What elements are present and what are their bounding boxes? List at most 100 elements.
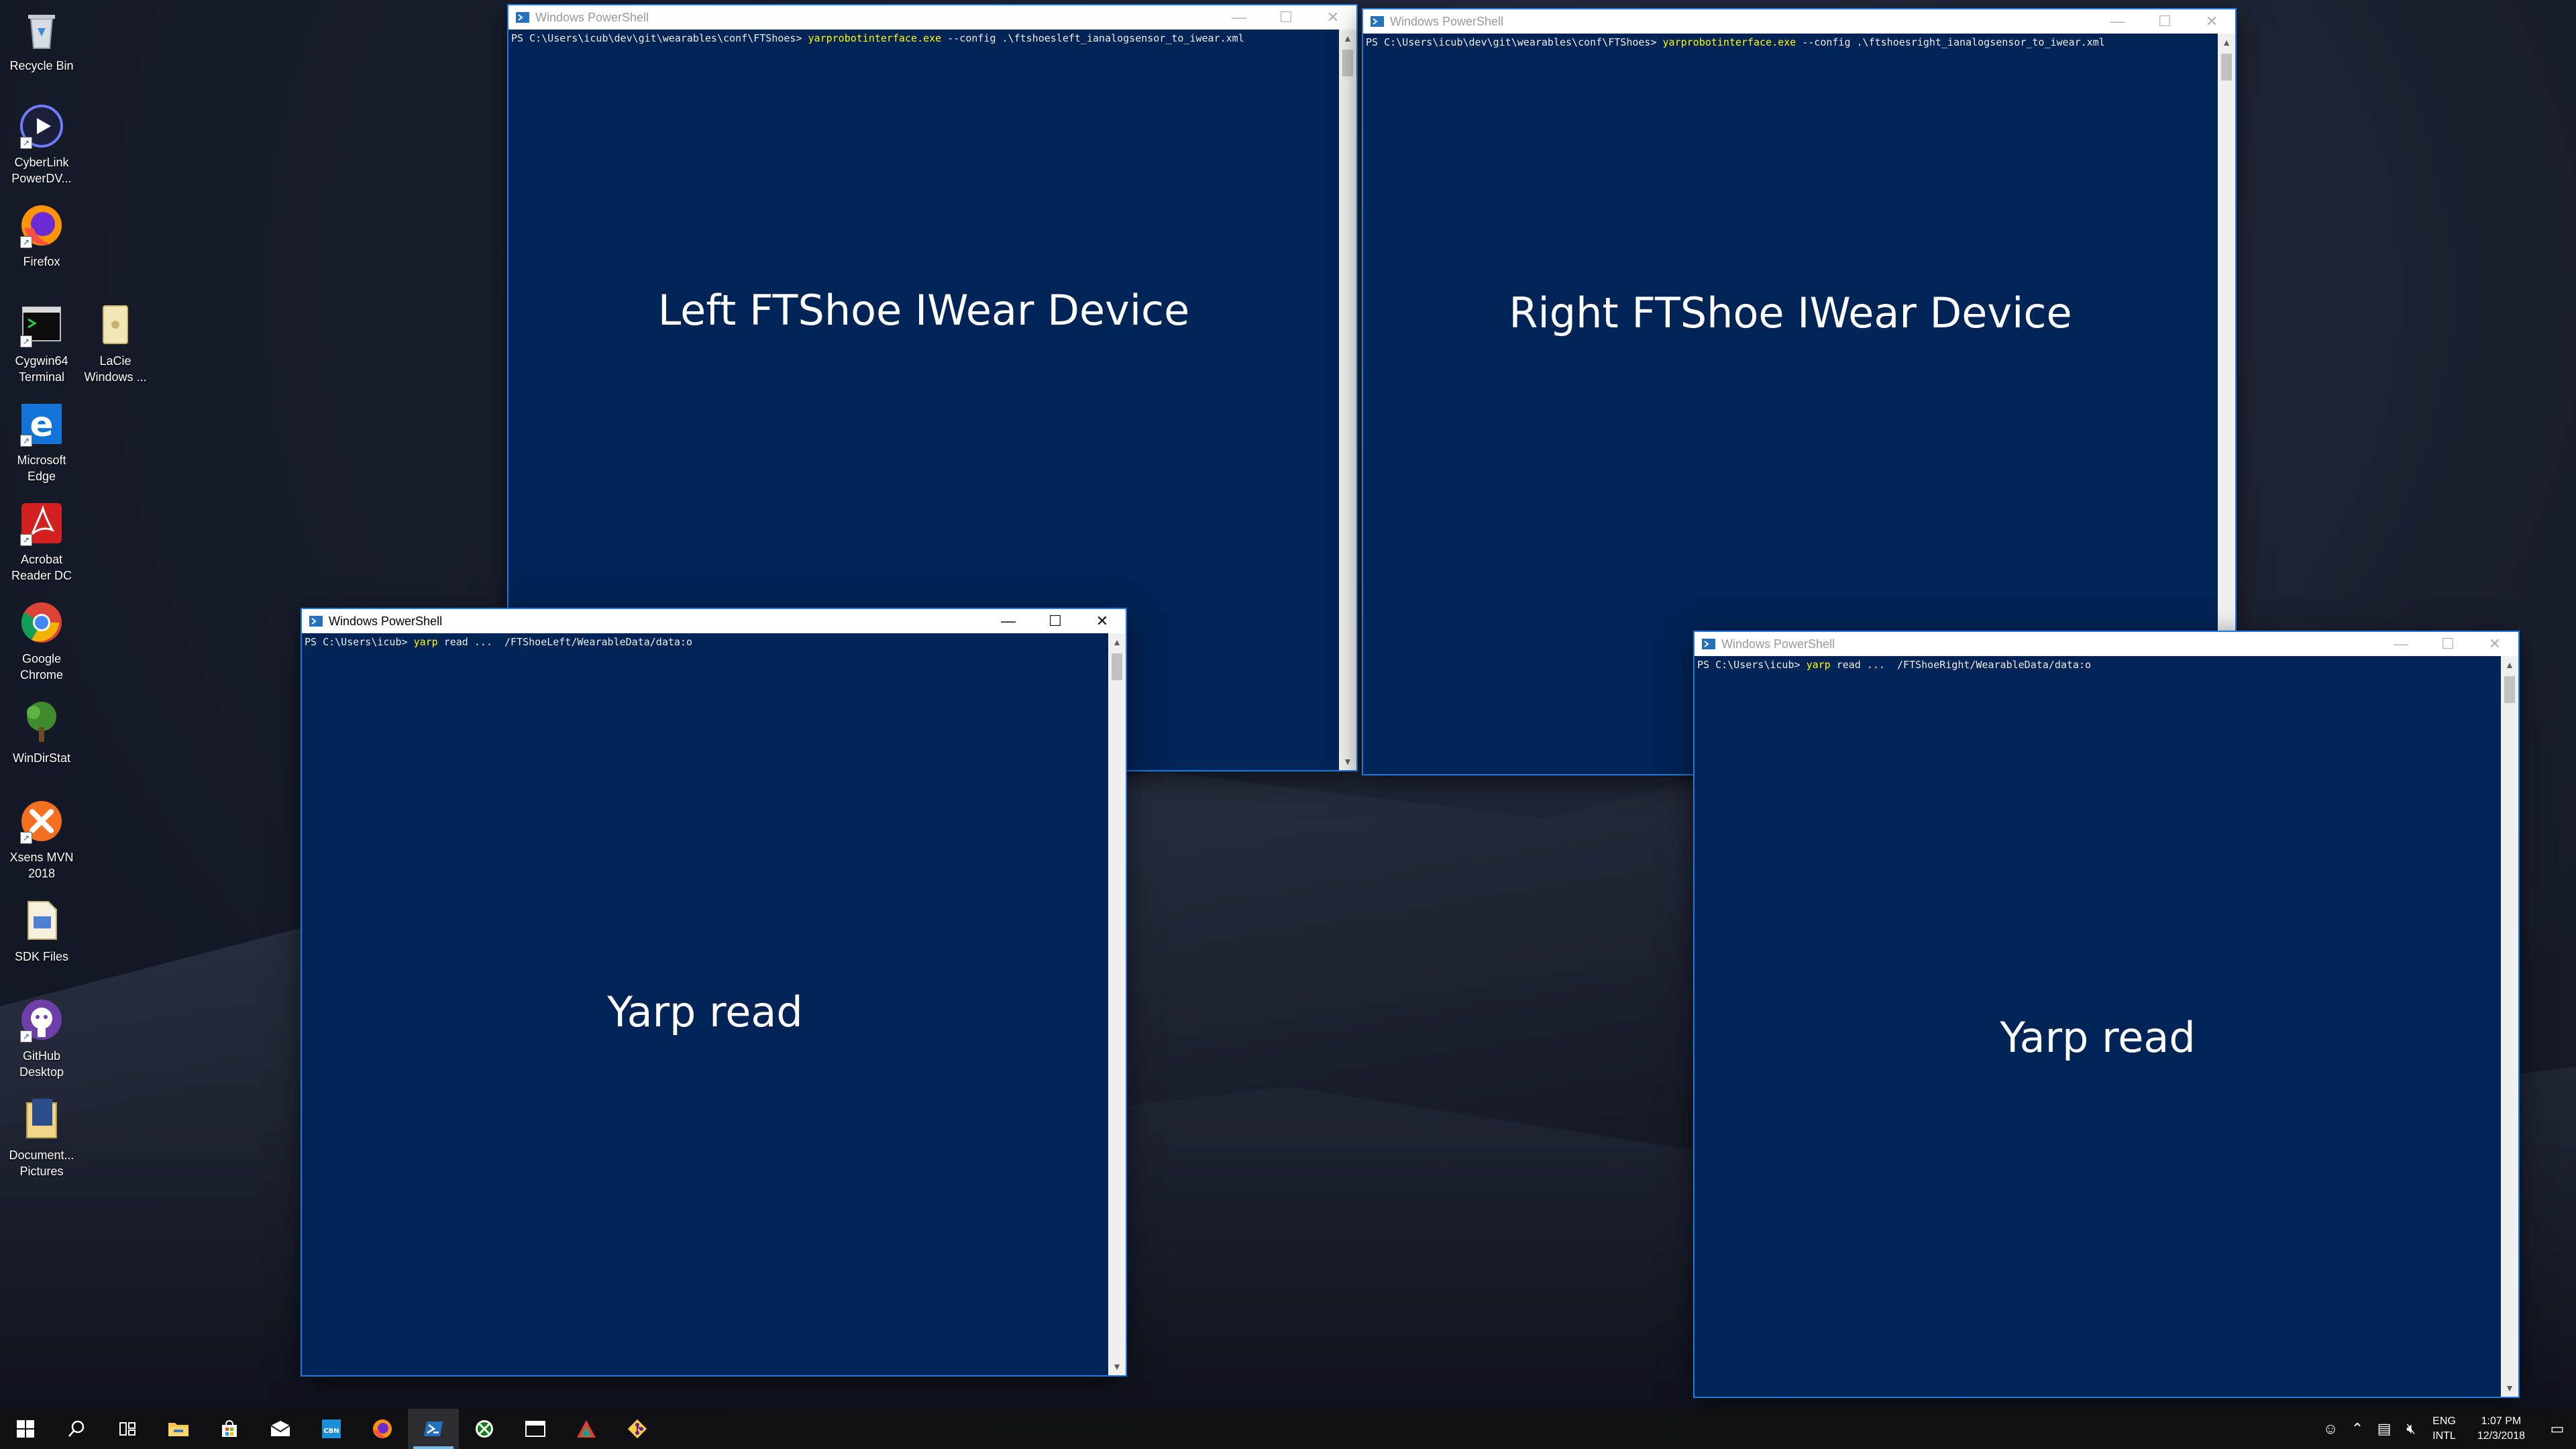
close-button[interactable]: ✕ <box>1309 5 1356 30</box>
desktop-icon-recycle-bin[interactable]: Recycle Bin <box>1 5 82 74</box>
scroll-down-icon[interactable]: ▼ <box>1108 1358 1126 1375</box>
scroll-up-icon[interactable]: ▲ <box>2218 34 2235 51</box>
sdk-files-icon <box>17 896 66 945</box>
window-title: Windows PowerShell <box>535 10 649 24</box>
scroll-thumb[interactable] <box>1112 653 1122 680</box>
taskbar-store[interactable] <box>204 1409 255 1449</box>
scroll-thumb[interactable] <box>1342 50 1353 76</box>
language-indicator[interactable]: ENG INTL <box>2424 1414 2464 1444</box>
scroll-up-icon[interactable]: ▲ <box>2501 656 2518 674</box>
clock[interactable]: 1:07 PM 12/3/2018 <box>2464 1414 2538 1444</box>
chevron-up-icon[interactable]: ⌃ <box>2344 1420 2371 1438</box>
edge-icon: e ↗ <box>17 400 66 448</box>
volume-muted-icon[interactable]: 🔇︎ <box>2398 1420 2424 1438</box>
console-prompt: PS C:\Users\icub\dev\git\wearables\conf\… <box>1366 36 1657 48</box>
powershell-icon <box>1702 639 1715 649</box>
taskbar-powershell[interactable] <box>408 1409 459 1449</box>
maximize-button[interactable]: ☐ <box>1032 609 1079 633</box>
xsens-icon: ↗ <box>17 797 66 845</box>
scroll-thumb[interactable] <box>2504 676 2515 703</box>
powershell-icon <box>309 616 323 627</box>
desktop-icon-lacie[interactable]: LaCie Windows ... <box>75 301 156 385</box>
maximize-button[interactable]: ☐ <box>2141 9 2188 34</box>
vertical-scrollbar[interactable]: ▲ ▼ <box>1108 633 1126 1375</box>
console-command: yarp <box>413 636 438 648</box>
desktop-icon-xsens[interactable]: ↗ Xsens MVN 2018 <box>1 797 82 881</box>
network-icon[interactable]: ▤ <box>2371 1420 2398 1438</box>
desktop-icon-acrobat[interactable]: ↗ Acrobat Reader DC <box>1 499 82 584</box>
task-view-icon <box>119 1422 136 1436</box>
notification-center-icon[interactable]: ▭ <box>2538 1420 2576 1438</box>
desktop-icon-cyberlink[interactable]: ↗ CyberLink PowerDV... <box>1 102 82 186</box>
taskbar-firefox[interactable] <box>357 1409 408 1449</box>
search-icon <box>68 1420 85 1437</box>
xbox-icon <box>476 1420 493 1438</box>
desktop-icon-firefox[interactable]: ↗ Firefox <box>1 201 82 270</box>
shortcut-arrow-icon: ↗ <box>20 137 32 149</box>
scroll-up-icon[interactable]: ▲ <box>1108 633 1126 651</box>
clock-date: 12/3/2018 <box>2477 1430 2525 1442</box>
minimize-button[interactable]: — <box>1216 5 1263 30</box>
cyberlink-icon: ↗ <box>17 102 66 150</box>
window-titlebar[interactable]: Windows PowerShell — ☐ ✕ <box>508 5 1356 30</box>
powershell-icon <box>1371 16 1384 27</box>
clock-time: 1:07 PM <box>2481 1415 2522 1427</box>
scroll-up-icon[interactable]: ▲ <box>1339 30 1356 47</box>
desktop-icon-chrome[interactable]: Google Chrome <box>1 598 82 683</box>
desktop-icon-edge[interactable]: e ↗ Microsoft Edge <box>1 400 82 484</box>
vertical-scrollbar[interactable]: ▲ ▼ <box>2501 656 2518 1397</box>
console-args: read ... /FTShoeLeft/WearableData/data:o <box>437 636 692 648</box>
powershell-window-yarp-read-right[interactable]: Windows PowerShell — ☐ ✕ PS C:\Users\icu… <box>1695 632 2518 1397</box>
window-title: Windows PowerShell <box>1390 14 1504 28</box>
mail-icon <box>270 1421 290 1436</box>
taskbar-git[interactable] <box>612 1409 663 1449</box>
close-button[interactable]: ✕ <box>2188 9 2235 34</box>
task-view-button[interactable] <box>102 1409 153 1449</box>
keyboard-layout: INTL <box>2432 1430 2456 1442</box>
vertical-scrollbar[interactable]: ▲ ▼ <box>1339 30 1356 770</box>
taskbar-window[interactable] <box>510 1409 561 1449</box>
acrobat-icon: ↗ <box>17 499 66 547</box>
window-titlebar[interactable]: Windows PowerShell — ☐ ✕ <box>302 609 1126 633</box>
cbn-app-icon: CBN <box>322 1419 341 1438</box>
window-titlebar[interactable]: Windows PowerShell — ☐ ✕ <box>1695 632 2518 656</box>
svg-text:e: e <box>30 405 53 445</box>
taskbar-cbn-app[interactable]: CBN <box>306 1409 357 1449</box>
github-icon: ↗ <box>17 996 66 1044</box>
desktop-icon-sdk-files[interactable]: SDK Files <box>1 896 82 965</box>
close-button[interactable]: ✕ <box>1079 609 1126 633</box>
close-button[interactable]: ✕ <box>2471 632 2518 656</box>
console-prompt: PS C:\Users\icub\dev\git\wearables\conf\… <box>511 32 802 44</box>
powershell-window-yarp-read-left[interactable]: Windows PowerShell — ☐ ✕ PS C:\Users\icu… <box>302 609 1126 1375</box>
desktop-icon-github[interactable]: ↗ GitHub Desktop <box>1 996 82 1080</box>
minimize-button[interactable]: — <box>2377 632 2424 656</box>
console-prompt: PS C:\Users\icub> <box>305 636 408 648</box>
window-titlebar[interactable]: Windows PowerShell — ☐ ✕ <box>1363 9 2235 34</box>
maximize-button[interactable]: ☐ <box>1263 5 1309 30</box>
store-icon <box>222 1419 237 1437</box>
scroll-down-icon[interactable]: ▼ <box>1339 753 1356 770</box>
maximize-button[interactable]: ☐ <box>2424 632 2471 656</box>
window-title: Windows PowerShell <box>1721 637 1835 651</box>
desktop-icon-cygwin[interactable]: ↗ Cygwin64 Terminal <box>1 301 82 385</box>
minimize-button[interactable]: — <box>2094 9 2141 34</box>
start-button[interactable] <box>0 1409 51 1449</box>
shortcut-arrow-icon: ↗ <box>20 534 32 546</box>
documents-icon <box>17 1095 66 1143</box>
scroll-down-icon[interactable]: ▼ <box>2501 1379 2518 1397</box>
taskbar-triangle-app[interactable] <box>561 1409 612 1449</box>
taskbar-file-explorer[interactable] <box>153 1409 204 1449</box>
taskbar-mail[interactable] <box>255 1409 306 1449</box>
windirstat-icon <box>17 698 66 746</box>
shortcut-arrow-icon: ↗ <box>20 335 32 347</box>
search-button[interactable] <box>51 1409 102 1449</box>
scroll-thumb[interactable] <box>2221 54 2232 80</box>
people-icon[interactable]: ☺ <box>2317 1420 2344 1438</box>
minimize-button[interactable]: — <box>985 609 1032 633</box>
taskbar-xbox[interactable] <box>459 1409 510 1449</box>
desktop-icon-windirstat[interactable]: WinDirStat <box>1 698 82 766</box>
console-args: --config .\ftshoesright_ianalogsensor_to… <box>1796 36 2105 48</box>
firefox-icon: ↗ <box>17 201 66 250</box>
desktop-icon-documents[interactable]: Document... Pictures <box>1 1095 82 1179</box>
console-command: yarp <box>1806 659 1831 671</box>
